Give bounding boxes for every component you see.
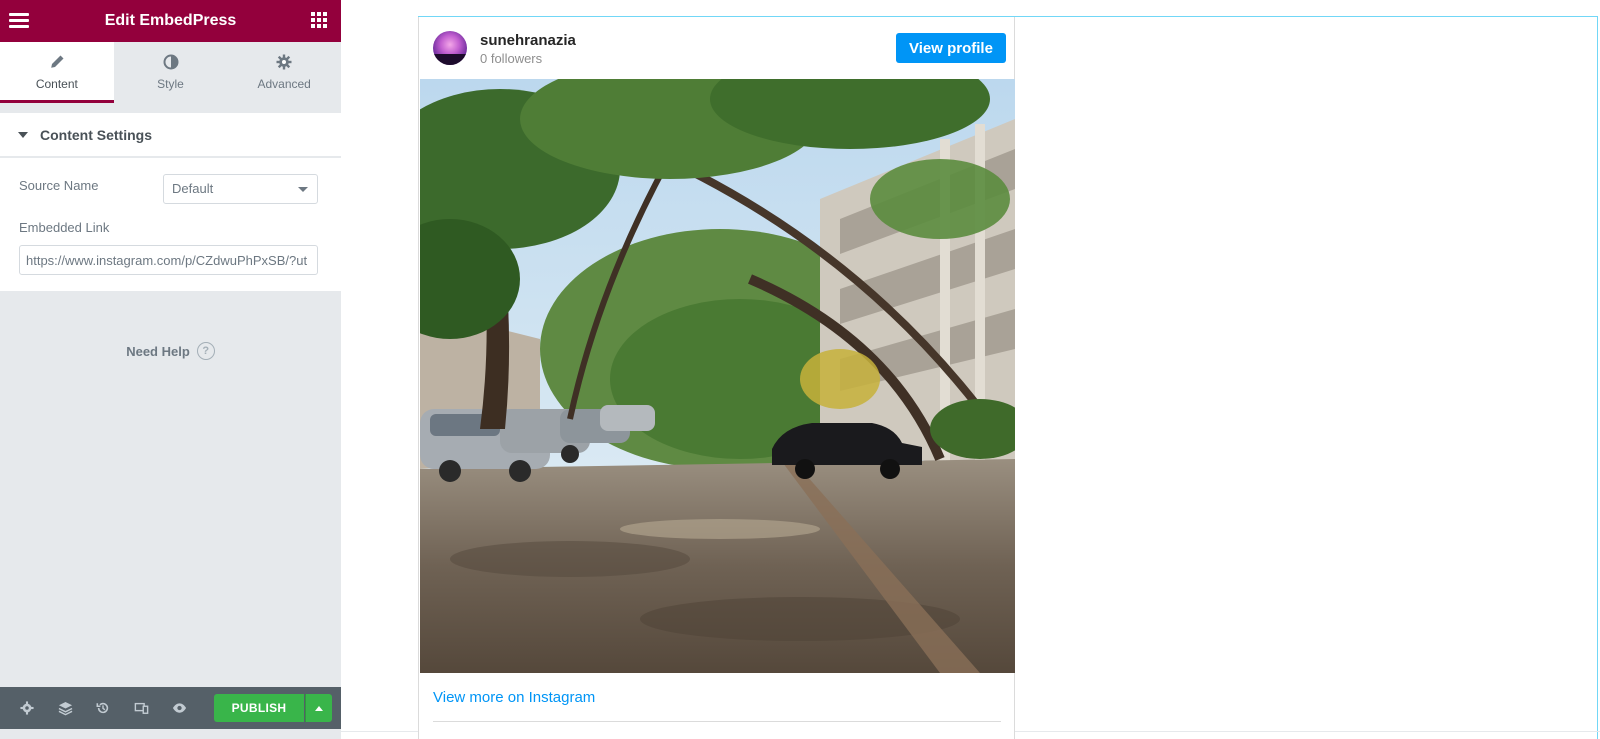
hamburger-menu-icon[interactable] [9, 11, 29, 31]
tab-style-label: Style [157, 77, 184, 91]
instagram-embed: sunehranazia 0 followers View profile Vi… [418, 17, 1015, 739]
tab-content[interactable]: Content [0, 42, 114, 103]
responsive-mode-icon[interactable] [122, 687, 160, 729]
half-circle-icon [163, 54, 179, 74]
history-icon[interactable] [84, 687, 122, 729]
need-help-link[interactable]: Need Help ? [0, 342, 341, 360]
settings-gear-icon[interactable] [8, 687, 46, 729]
section-title: Content Settings [40, 126, 152, 143]
tab-style[interactable]: Style [113, 42, 228, 103]
tab-content-label: Content [35, 77, 78, 91]
instagram-divider [433, 721, 1001, 722]
panel-title: Edit EmbedPress [104, 12, 237, 29]
panel-header: Edit EmbedPress [0, 0, 341, 42]
gear-icon [276, 54, 292, 74]
navigator-layers-icon[interactable] [46, 687, 84, 729]
content-settings-section-toggle[interactable]: Content Settings [0, 113, 341, 157]
embedded-link-input[interactable] [19, 245, 318, 275]
preview-eye-icon[interactable] [160, 687, 198, 729]
instagram-username[interactable]: sunehranazia [480, 32, 576, 49]
avatar[interactable] [433, 31, 467, 65]
chevron-down-icon [298, 187, 308, 192]
source-name-select[interactable]: Default [163, 174, 318, 204]
tab-advanced-label: Advanced [257, 77, 311, 91]
panel-tabs: Content Style Advanced [0, 42, 342, 103]
panel-footer: PUBLISH [0, 687, 341, 729]
source-name-label: Source Name [19, 178, 99, 193]
widgets-grid-icon[interactable] [311, 12, 327, 28]
editor-panel: Edit EmbedPress Content Style Advanced C… [0, 0, 342, 739]
need-help-label: Need Help [126, 343, 190, 359]
caret-down-icon [18, 131, 28, 138]
content-settings-controls: Source Name Default Embedded Link [0, 158, 341, 291]
question-circle-icon: ? [196, 342, 215, 360]
view-profile-button[interactable]: View profile [896, 33, 1006, 63]
instagram-photo[interactable] [420, 79, 1015, 673]
view-more-on-instagram-link[interactable]: View more on Instagram [433, 689, 595, 706]
publish-button[interactable]: PUBLISH [214, 694, 304, 722]
tab-advanced[interactable]: Advanced [227, 42, 342, 103]
pencil-icon [49, 54, 65, 74]
caret-up-icon [315, 705, 323, 711]
source-name-value: Default [172, 181, 214, 196]
publish-options-button[interactable] [305, 694, 332, 722]
embedded-link-label: Embedded Link [19, 220, 110, 235]
instagram-header: sunehranazia 0 followers View profile [419, 17, 1016, 79]
followers-count: 0 followers [480, 51, 543, 66]
